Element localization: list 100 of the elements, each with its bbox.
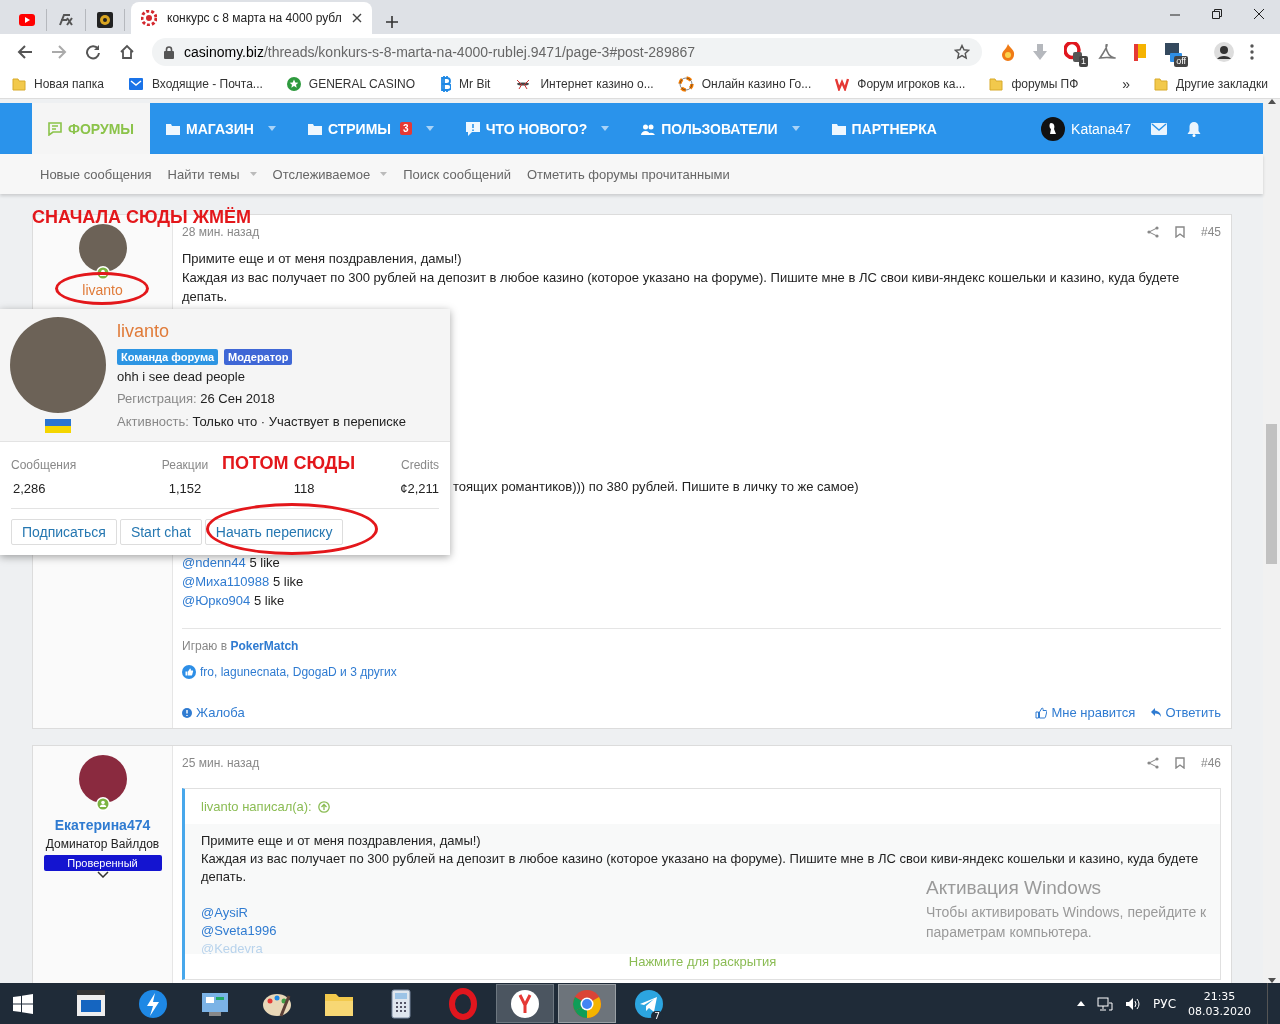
popup-button[interactable]: Подписаться <box>11 519 117 545</box>
folder-icon <box>1154 77 1169 91</box>
bookmark-icon[interactable] <box>1174 757 1185 769</box>
bookmark-folder[interactable]: Другие закладки <box>1154 77 1268 91</box>
quote-text: Примите еще и от меня поздравления, дамы!) <box>201 832 482 850</box>
mention-link[interactable]: @Миха110988 <box>182 574 270 589</box>
subnav-link[interactable]: Поиск сообщений <box>403 166 511 182</box>
download-arrow-icon <box>1032 43 1048 61</box>
bookmark[interactable]: Входящие - Почта... <box>127 77 263 91</box>
speaker-icon[interactable] <box>1125 996 1142 1011</box>
activation-text: Чтобы активировать Windows, перейдите к параметрам компьютера. <box>926 903 1208 942</box>
restore-icon[interactable] <box>1212 9 1222 19</box>
user-banner: Проверенный <box>43 855 162 871</box>
reload-icon[interactable] <box>85 44 101 60</box>
subnav-link[interactable]: Отслеживаемое <box>272 166 371 182</box>
annotation-text: СНАЧАЛА СЮДЫ ЖМЁМ <box>32 207 251 228</box>
bookmark-icon[interactable] <box>1174 226 1185 238</box>
username-link[interactable]: livanto <box>82 282 123 298</box>
account-link[interactable]: Katana47 <box>1041 116 1131 141</box>
bookmark[interactable]: Mr Bit <box>439 76 491 92</box>
flag-icon <box>45 419 71 433</box>
bookmark[interactable]: GENERAL CASINO <box>286 77 416 91</box>
flame-icon <box>1000 43 1016 61</box>
address-bar[interactable]: casinomy.biz/threads/konkurs-s-8-marta-na-4000-rublej.9471/page-3#post-289867 <box>152 38 982 66</box>
post-number-link[interactable]: #46 <box>1200 756 1221 770</box>
network-icon[interactable] <box>1097 996 1114 1011</box>
avatar-icon[interactable] <box>1214 42 1234 62</box>
reactions-link[interactable]: fro, lagunecnata, DgogaD и 3 других <box>200 665 397 679</box>
bookmark[interactable]: Интернет казино о... <box>514 77 654 91</box>
share-icon[interactable] <box>1146 226 1159 238</box>
folder-icon <box>989 77 1004 91</box>
chevron-down-icon[interactable] <box>96 871 109 878</box>
nav-tab[interactable]: ПАРТНЕРКА <box>831 120 937 137</box>
mention-link[interactable]: @Юрко904 <box>182 593 251 608</box>
post-text: 5 like <box>249 555 280 570</box>
bookmark[interactable]: Форум игроков ка... <box>835 77 966 91</box>
signature-link[interactable]: PokerMatch <box>230 639 299 653</box>
more-bookmarks-button[interactable]: » <box>1122 76 1131 92</box>
reply-arrow-icon <box>1151 708 1162 717</box>
avatar-picture[interactable] <box>78 755 127 803</box>
new-tab-icon[interactable] <box>385 16 398 28</box>
scrollbar-thumb[interactable] <box>1266 424 1277 564</box>
nav-tab[interactable]: СТРИМЫ 3 <box>307 120 412 137</box>
share-icon[interactable] <box>1146 757 1159 769</box>
bookmark[interactable]: форумы ПФ <box>989 77 1079 91</box>
bookmark-flag-icon <box>1132 43 1148 61</box>
annotation-text: ПОТОМ СЮДЫ <box>222 453 356 474</box>
windows-start-icon[interactable] <box>13 993 33 1014</box>
extension-badge: 1 <box>1079 56 1088 67</box>
avatar-photo-placeholder[interactable] <box>78 224 127 272</box>
info-icon <box>182 707 192 718</box>
count-badge: 7 <box>651 1011 663 1021</box>
star-outline-icon[interactable] <box>954 44 970 60</box>
mention-link[interactable]: @AysiR <box>201 905 248 920</box>
chip-icon <box>141 10 157 26</box>
clock[interactable]: 21:35 08.03.2020 <box>1188 988 1251 1019</box>
fx-icon <box>58 14 74 26</box>
bell-icon[interactable] <box>1187 120 1201 137</box>
subnav-link[interactable]: Новые сообщения <box>40 166 152 182</box>
menu-icon[interactable] <box>1250 44 1254 60</box>
bookmark[interactable]: Онлайн казино Го... <box>677 76 812 92</box>
folder-icon <box>307 121 322 136</box>
close-icon[interactable] <box>351 13 362 23</box>
stat-label: Credits <box>401 458 439 472</box>
extension-badge: off <box>1174 56 1188 67</box>
speech-alert-icon <box>465 121 480 136</box>
mention-link[interactable]: @ndenn44 <box>182 555 246 570</box>
taskbar-app[interactable]: 7 <box>620 984 678 1023</box>
bookmark[interactable]: Новая папка <box>12 77 104 91</box>
popup-button[interactable]: Start chat <box>119 519 202 545</box>
back-icon[interactable] <box>17 44 33 60</box>
nav-tab[interactable]: ПОЛЬЗОВАТЕЛИ <box>641 120 778 137</box>
reply-link[interactable]: Ответить <box>1151 705 1221 720</box>
home-icon[interactable] <box>119 44 135 60</box>
field-label: Активность: <box>117 414 189 429</box>
report-link[interactable]: Жалоба <box>182 705 245 720</box>
field-value: Только что · Участвует в переписке <box>192 414 406 429</box>
member-status: ohh i see dead people <box>117 369 246 384</box>
scroll-up-icon[interactable] <box>1267 99 1276 104</box>
mention-link[interactable]: @Sveta1996 <box>201 923 277 938</box>
taskbar-app[interactable] <box>496 984 554 1023</box>
mail-icon[interactable] <box>1151 122 1167 135</box>
close-icon[interactable] <box>1254 9 1264 19</box>
play-icon <box>19 14 35 26</box>
popup-button[interactable]: Начать переписку <box>204 519 344 545</box>
browser-tab[interactable]: конкурс с 8 марта на 4000 рубл <box>131 2 372 34</box>
post-number-link[interactable]: #45 <box>1200 225 1221 239</box>
like-link[interactable]: Мне нравится <box>1035 705 1136 720</box>
nav-tab[interactable]: МАГАЗИН <box>166 120 254 137</box>
folder-icon <box>831 121 846 136</box>
stat-value: 118 <box>293 481 315 496</box>
subnav-link[interactable]: Отметить форумы прочитанными <box>526 166 730 182</box>
language-indicator[interactable]: РУС <box>1153 996 1176 1011</box>
subnav-link[interactable]: Найти темы <box>167 166 240 182</box>
post-time: 25 мин. назад <box>182 756 260 770</box>
username-link[interactable]: Екатерина474 <box>54 817 151 833</box>
nav-tab[interactable]: ЧТО НОВОГО? <box>465 120 588 137</box>
show-hidden-icons-icon[interactable] <box>1077 1001 1086 1006</box>
like-reaction-icon <box>182 665 196 679</box>
member-name[interactable]: livanto <box>117 321 406 342</box>
